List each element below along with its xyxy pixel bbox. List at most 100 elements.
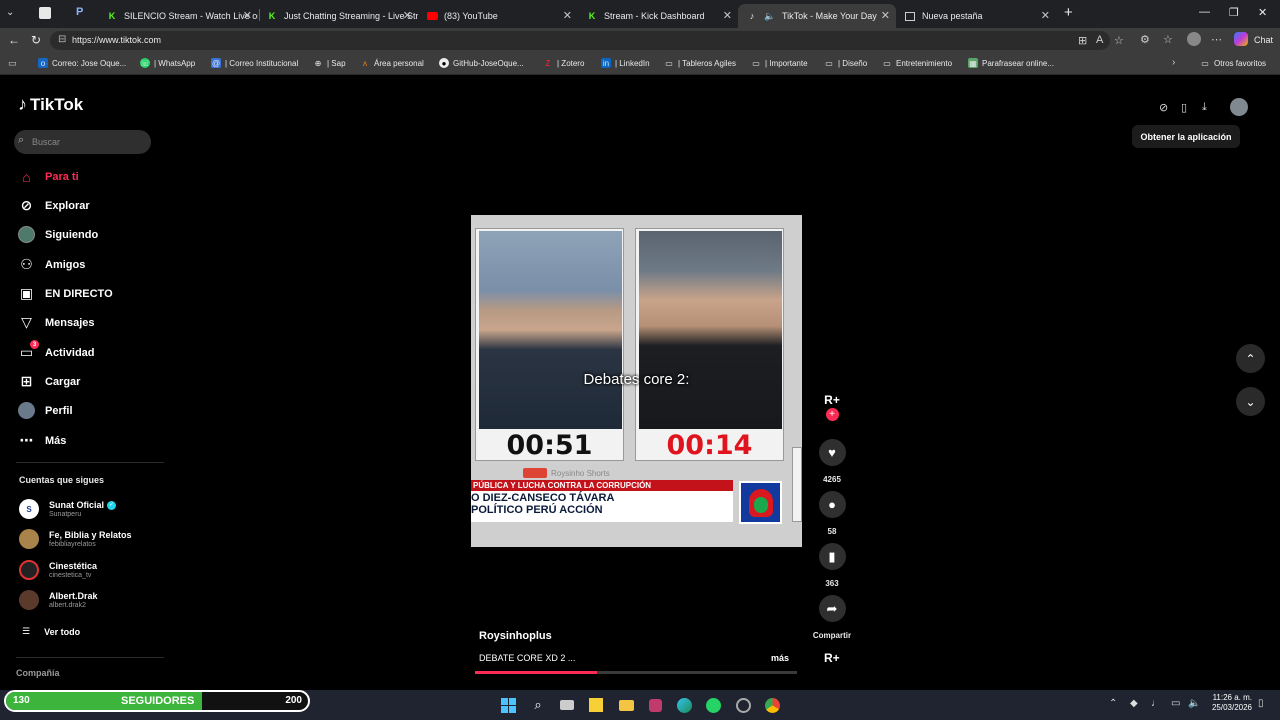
app-icon[interactable]	[734, 696, 752, 714]
nav-en-directo[interactable]: ▣ EN DIRECTO	[18, 285, 113, 302]
reload-icon[interactable]: ↻	[31, 33, 41, 47]
close-icon[interactable]: ✕	[403, 9, 412, 22]
author-name[interactable]: Roysinhoplus	[479, 630, 552, 642]
reading-list-icon[interactable]: ▭	[8, 58, 17, 69]
bookmark-folder[interactable]: ▭ Entretenimiento	[882, 58, 952, 68]
comment-button[interactable]: ● 58	[818, 491, 846, 536]
search-icon[interactable]: ⌕	[529, 696, 547, 714]
phone-icon[interactable]: ▯	[1181, 101, 1187, 114]
tab-new-tab[interactable]: Nueva pestaña ✕	[896, 4, 1056, 28]
address-bar[interactable]: ⊟ https://www.tiktok.com ⊞ A ☆	[50, 31, 1124, 50]
close-icon[interactable]: ✕	[723, 9, 732, 22]
following-account[interactable]: Albert.Drak albert.drak2	[19, 590, 98, 610]
profile-avatar[interactable]	[1187, 32, 1201, 46]
pinned-tab-icon[interactable]: P	[76, 6, 83, 18]
bookmark-item[interactable]: ʌ Área personal	[360, 58, 424, 68]
tab-icon[interactable]	[39, 7, 51, 19]
bookmark-item[interactable]: ● GitHub-JoseOque...	[439, 58, 524, 68]
profile-avatar[interactable]	[1230, 98, 1248, 116]
close-icon[interactable]: ✕	[1041, 9, 1050, 22]
nav-actividad[interactable]: ▭ 3 Actividad	[18, 340, 95, 361]
taskbar-clock[interactable]: 11:26 a. m. 25/03/2026	[1204, 693, 1252, 713]
url-text[interactable]: https://www.tiktok.com	[72, 35, 161, 45]
close-icon[interactable]: ✕	[243, 9, 252, 22]
nav-amigos[interactable]: ⚇ Amigos	[18, 256, 85, 273]
site-info-icon[interactable]: ⊟	[58, 34, 66, 45]
minimize-button[interactable]: —	[1199, 6, 1210, 18]
bookmark-item[interactable]: Z | Zotero	[543, 58, 585, 68]
bookmark-folder[interactable]: ▭ | Diseño	[824, 58, 867, 68]
extensions-icon[interactable]: ⚙	[1140, 33, 1150, 46]
chrome-icon[interactable]	[763, 696, 781, 714]
file-explorer-icon[interactable]	[617, 696, 635, 714]
whatsapp-icon[interactable]	[704, 696, 722, 714]
coin-icon[interactable]: ⊘	[1159, 101, 1168, 114]
search-icon[interactable]: ⌕	[18, 134, 24, 147]
translate-icon[interactable]: A	[1096, 34, 1103, 46]
nav-cargar[interactable]: ⊞ Cargar	[18, 373, 81, 390]
close-icon[interactable]: ✕	[563, 9, 572, 22]
see-all-link[interactable]: ☰ Ver todo	[22, 626, 80, 637]
nav-para-ti[interactable]: ⌂ Para ti	[18, 168, 78, 185]
search-box[interactable]: ⌕	[14, 130, 151, 154]
tab-search-icon[interactable]: ⌄	[6, 7, 14, 18]
plus-icon[interactable]: +	[825, 408, 839, 421]
share-button[interactable]: ➦ Compartir	[810, 595, 854, 640]
task-view-icon[interactable]	[558, 696, 576, 714]
following-account[interactable]: S Sunat Oficial ✓ Sunatperu	[19, 499, 117, 519]
tab-tiktok[interactable]: ♪ 🔈 TikTok - Make Your Day ✕	[738, 4, 896, 28]
more-link[interactable]: más	[771, 653, 789, 663]
previous-video-button[interactable]: ⌃	[1236, 344, 1265, 373]
bookmark-item[interactable]: ☏ | WhatsApp	[140, 58, 195, 68]
following-account[interactable]: Cinestética cinestetica_tv	[19, 560, 97, 580]
volume-icon[interactable]: 🔈	[1188, 698, 1200, 709]
other-favorites-folder[interactable]: ▭ Otros favoritos	[1200, 58, 1266, 68]
app-available-icon[interactable]: ⊞	[1078, 34, 1087, 47]
microphone-icon[interactable]: ♩	[1151, 698, 1161, 709]
tray-chevron-icon[interactable]: ⌃	[1109, 698, 1117, 709]
like-button[interactable]: ♥ 4265	[818, 439, 846, 484]
company-link[interactable]: Compañía	[16, 668, 60, 678]
video-player[interactable]: 00:51 00:14 Debates core 2: Roysinho Sho…	[471, 215, 802, 547]
defender-icon[interactable]: ◆	[1130, 698, 1138, 709]
tab-silencio[interactable]: K SILENCIO Stream - Watch Live on ✕	[98, 4, 258, 28]
author-avatar-small[interactable]: R+	[824, 651, 840, 665]
copilot-icon[interactable]	[1234, 32, 1248, 46]
search-input[interactable]	[32, 134, 142, 150]
nav-explorar[interactable]: ⊘ Explorar	[18, 197, 90, 214]
chat-button[interactable]: Chat	[1254, 35, 1273, 45]
snipping-tool-icon[interactable]	[646, 696, 664, 714]
nav-mas[interactable]: ⋯ Más	[18, 432, 67, 449]
bookmark-folder[interactable]: ▭ | Tableros Agiles	[664, 58, 736, 68]
download-icon[interactable]: ⤓	[1202, 101, 1207, 114]
maximize-button[interactable]: ❐	[1229, 6, 1239, 19]
save-button[interactable]: ▮ 363	[818, 543, 846, 588]
bookmark-item[interactable]: in | LinkedIn	[601, 58, 650, 68]
tab-youtube[interactable]: (83) YouTube ✕	[418, 4, 578, 28]
speaker-icon[interactable]: 🔈	[764, 10, 776, 22]
edge-icon[interactable]	[675, 696, 693, 714]
close-window-button[interactable]: ✕	[1258, 6, 1267, 19]
notifications-icon[interactable]: ▯	[1258, 698, 1264, 709]
bookmark-folder[interactable]: ▭ | Importante	[751, 58, 807, 68]
windows-start-icon[interactable]	[499, 696, 517, 714]
sticky-notes-icon[interactable]	[587, 696, 605, 714]
menu-dots-icon[interactable]: ⋯	[1211, 33, 1222, 46]
bookmark-item[interactable]: @ | Correo Institucional	[211, 58, 298, 68]
next-video-button[interactable]: ⌄	[1236, 387, 1265, 416]
favorite-star-icon[interactable]: ☆	[1114, 34, 1124, 47]
tab-kick-dashboard[interactable]: K Stream - Kick Dashboard ✕	[578, 4, 738, 28]
nav-siguiendo[interactable]: Siguiendo	[18, 226, 98, 243]
new-tab-button[interactable]: +	[1064, 4, 1073, 21]
following-account[interactable]: Fe, Biblia y Relatos febibliayrelatos	[19, 529, 132, 549]
tiktok-logo[interactable]: ♪ TikTok	[18, 94, 83, 115]
tab-just-chatting[interactable]: K Just Chatting Streaming - Live Stre ✕	[258, 4, 418, 28]
nav-mensajes[interactable]: ▽ Mensajes	[18, 314, 94, 331]
chevron-right-icon[interactable]: ›	[1172, 57, 1175, 68]
back-icon[interactable]: ←	[8, 33, 20, 47]
nav-perfil[interactable]: Perfil	[18, 402, 73, 419]
follow-author-button[interactable]: R+ +	[818, 393, 846, 421]
bookmark-item[interactable]: ⊕ | Sap	[313, 58, 346, 68]
close-icon[interactable]: ✕	[881, 9, 890, 22]
bookmark-item[interactable]: ▦ Parafrasear online...	[968, 58, 1054, 68]
